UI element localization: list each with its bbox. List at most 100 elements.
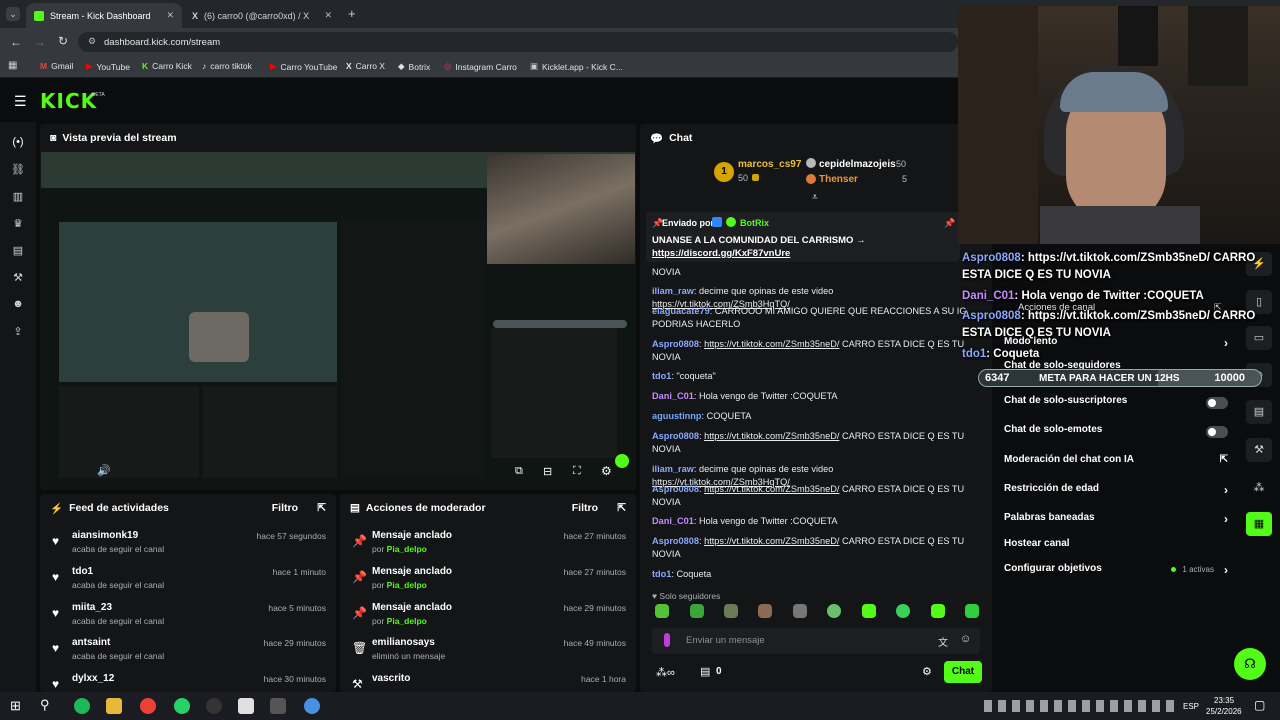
windows-start-icon[interactable]: ⊞ (10, 698, 21, 714)
setting-solo-emotes[interactable]: Chat de solo-emotes (1004, 424, 1228, 440)
subscribers-only-toggle[interactable] (1206, 397, 1228, 409)
support-chat-button[interactable]: ☊ (1234, 648, 1266, 680)
browser-active-icon[interactable] (304, 698, 320, 714)
microphone-icon[interactable] (664, 633, 670, 647)
bookmark-carro-kick[interactable]: K Carro Kick (142, 61, 192, 71)
users-icon[interactable]: ☻ (11, 298, 25, 310)
fullscreen-icon[interactable]: ⛶ (573, 465, 581, 478)
setting-solo-suscriptores[interactable]: Chat de solo-suscriptores (1004, 395, 1228, 411)
rail-chat-button[interactable]: ▭ (1246, 326, 1272, 350)
stream-video[interactable]: 🔊 ⧉ ⊟ ⛶ ⚙ (41, 152, 635, 490)
bookmark-botrix[interactable]: ◆ Botrix (398, 61, 430, 72)
setting-goals[interactable]: Configurar objetivos 1 activas › (1004, 563, 1228, 579)
close-icon[interactable]: ✕ (324, 10, 332, 21)
bookmark-kicklet[interactable]: ▣ Kicklet.app - Kick C... (530, 61, 623, 72)
store-icon[interactable] (238, 698, 254, 714)
gmail-icon: M (40, 61, 48, 71)
video-icon[interactable]: ▤ (11, 244, 25, 257)
back-icon[interactable]: ← (10, 35, 22, 49)
bookmark-youtube[interactable]: ▶ YouTube (86, 61, 130, 72)
pin-icon: 📌 (352, 570, 367, 584)
clip-icon[interactable]: ⧉ (515, 465, 523, 478)
rail-clip-button[interactable]: ▦ (1246, 512, 1272, 536)
emote-icon[interactable] (655, 604, 669, 618)
new-tab-button[interactable]: + (348, 6, 356, 21)
whatsapp-icon[interactable] (174, 698, 190, 714)
x-icon: X (346, 61, 352, 71)
upload-icon[interactable]: ⇪ (11, 325, 25, 338)
unpin-icon[interactable]: 📌 (944, 218, 955, 229)
tab-kick-dashboard[interactable]: Stream - Kick Dashboard ✕ (26, 3, 182, 28)
file-explorer-icon[interactable] (106, 698, 122, 714)
trophy-icon[interactable]: ♛ (11, 217, 25, 230)
emoji-icon[interactable]: ☺ (960, 633, 971, 645)
popout-icon[interactable]: ⇱ (317, 502, 326, 514)
apps-grid-icon[interactable]: ▦ (8, 60, 17, 71)
reload-icon[interactable]: ↻ (58, 34, 68, 48)
leader-third-user[interactable]: Thenser (819, 174, 858, 185)
rail-community-button[interactable]: ⁂ (1246, 476, 1272, 500)
settings-icon[interactable]: ⚙ (601, 464, 612, 478)
emote-icon[interactable] (931, 604, 945, 618)
analytics-icon[interactable]: ▥ (11, 190, 25, 203)
pinned-link[interactable]: https://discord.gg/KxF87vnUre (652, 248, 790, 259)
tab-search-button[interactable]: ⌄ (6, 7, 20, 21)
wrench-icon[interactable]: ⚒ (11, 271, 25, 284)
jersey-left (1118, 6, 1158, 66)
emote-icon[interactable] (793, 604, 807, 618)
link-icon[interactable]: ⛓ (11, 163, 25, 176)
notification-icon[interactable]: ▢ (1254, 698, 1265, 712)
setting-age-restriction[interactable]: Restricción de edad › (1004, 483, 1228, 499)
emote-icon[interactable] (724, 604, 738, 618)
bookmark-carro-youtube[interactable]: ▶ Carro YouTube (270, 61, 337, 72)
feed-filter-button[interactable]: Filtro (272, 502, 298, 514)
emote-icon[interactable] (862, 604, 876, 618)
gift-icon[interactable]: ▤ (700, 665, 710, 678)
forward-icon[interactable]: → (34, 35, 46, 49)
leader-second-user[interactable]: cepidelmazojeis (819, 159, 896, 170)
bookmark-carro-x[interactable]: X Carro X (346, 61, 385, 71)
emote-icon[interactable] (965, 604, 979, 618)
send-chat-button[interactable]: Chat (944, 661, 982, 683)
chrome-icon[interactable] (140, 698, 156, 714)
clock-time[interactable]: 23:35 (1214, 696, 1234, 705)
emote-icon[interactable] (827, 604, 841, 618)
rail-store-button[interactable]: ▤ (1246, 400, 1272, 424)
kick-logo[interactable]: KICK (40, 89, 97, 113)
spotify-icon[interactable] (74, 698, 90, 714)
bookmark-instagram-carro[interactable]: ◎ Instagram Carro (444, 61, 517, 72)
chat-input[interactable]: Enviar un mensaje 文 ☺ (652, 628, 980, 654)
rail-tools-button[interactable]: ⚒ (1246, 438, 1272, 462)
obs-icon[interactable] (206, 698, 222, 714)
collapse-icon[interactable]: ⩡ (812, 192, 818, 203)
app-icon[interactable] (270, 698, 286, 714)
tab-x[interactable]: X (6) carro0 (@carro0xd) / X ✕ (184, 3, 340, 28)
popout-icon[interactable]: ⇱ (617, 502, 626, 514)
stream-icon[interactable]: (•) (11, 136, 25, 148)
emote-icon[interactable] (896, 604, 910, 618)
clock-date[interactable]: 25/2/2026 (1206, 707, 1242, 716)
points-icon[interactable]: ⁂∞ (656, 666, 675, 679)
bookmark-gmail[interactable]: M Gmail (40, 61, 73, 71)
bookmark-carro-tiktok[interactable]: ♪ carro tiktok (202, 61, 252, 71)
translate-icon[interactable]: 文 (938, 634, 948, 649)
system-tray-icons[interactable] (984, 700, 1174, 712)
setting-host-channel[interactable]: Hostear canal (1004, 538, 1228, 554)
emotes-only-toggle[interactable] (1206, 426, 1228, 438)
setting-banned-words[interactable]: Palabras baneadas › (1004, 512, 1228, 528)
pinned-bot-name[interactable]: BotRix (740, 218, 769, 228)
setting-ai-moderation[interactable]: Moderación del chat con IA ⇱ (1004, 454, 1228, 470)
site-info-icon[interactable]: ⚙ (88, 36, 96, 47)
search-icon[interactable]: ⚲ (40, 697, 50, 713)
emote-icon[interactable] (690, 604, 704, 618)
close-icon[interactable]: ✕ (166, 10, 174, 21)
url-bar[interactable]: ⚙ dashboard.kick.com/stream (78, 32, 958, 52)
layout-icon[interactable]: ⊟ (543, 465, 552, 478)
emote-icon[interactable] (758, 604, 772, 618)
menu-icon[interactable]: ☰ (14, 93, 27, 110)
language-indicator[interactable]: ESP (1183, 702, 1199, 711)
leader-first-user[interactable]: marcos_cs97 (738, 159, 801, 170)
modactions-filter-button[interactable]: Filtro (572, 502, 598, 514)
volume-icon[interactable]: 🔊 (97, 464, 111, 477)
chat-settings-icon[interactable]: ⚙ (922, 665, 932, 678)
